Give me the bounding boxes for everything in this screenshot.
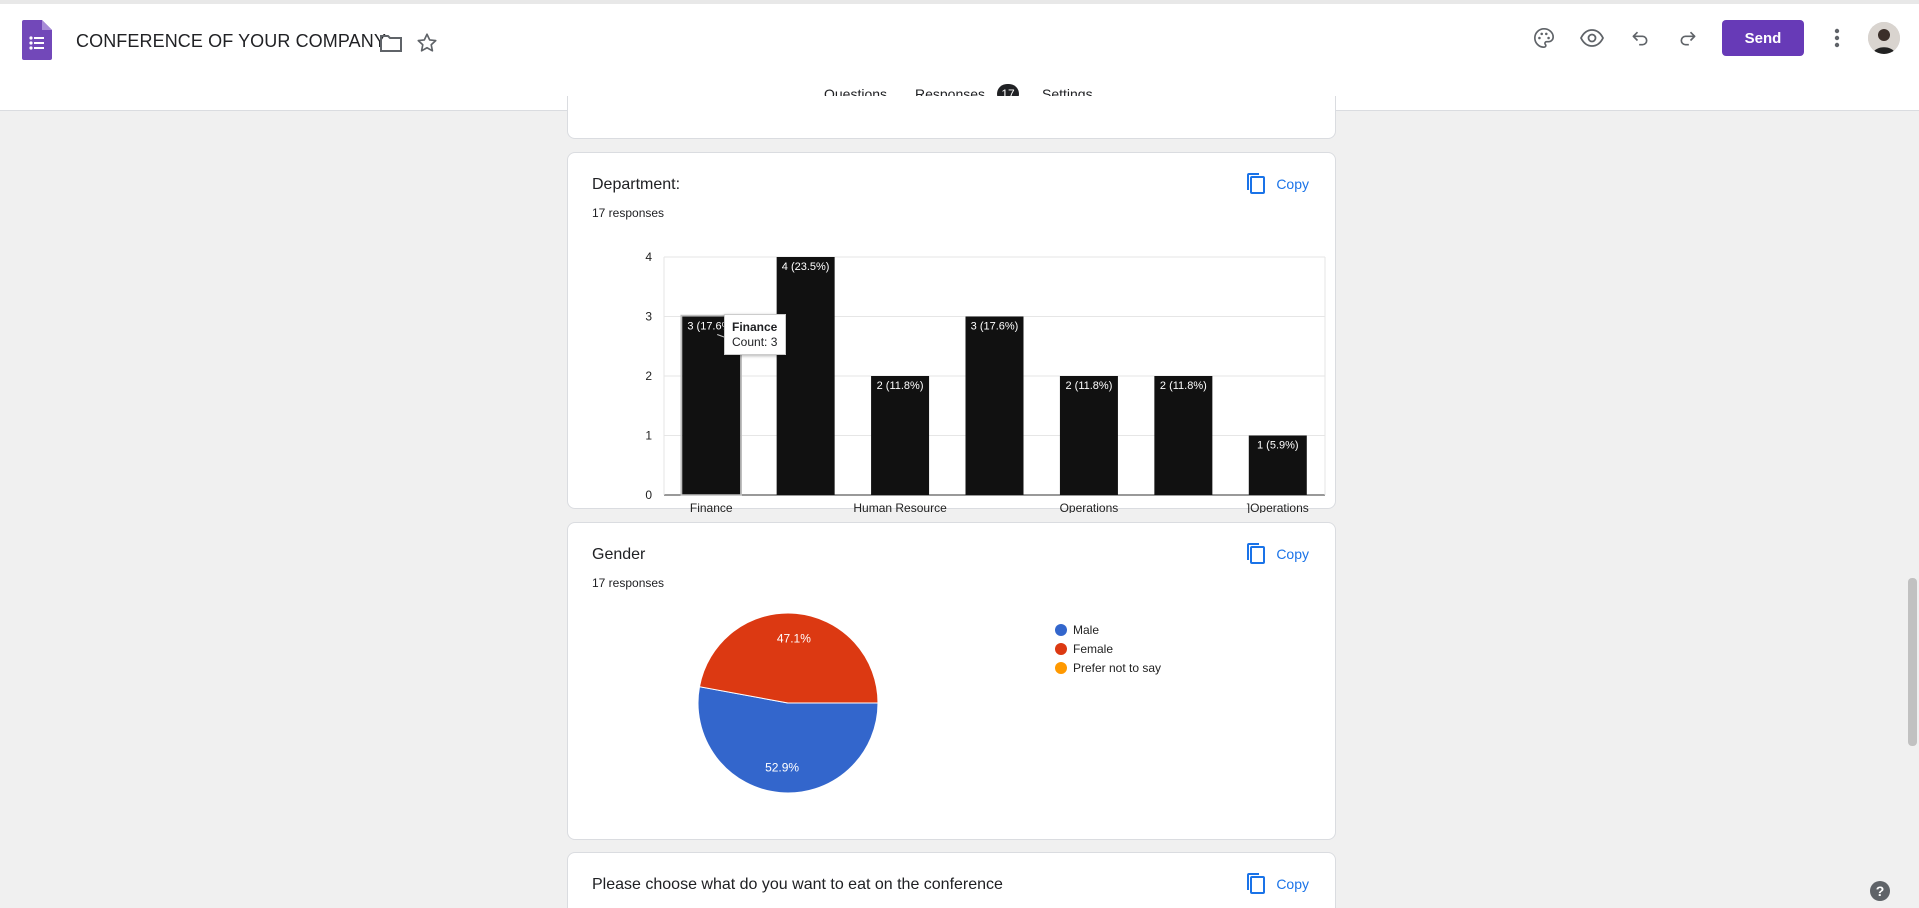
- y-tick-label: 1: [645, 429, 652, 443]
- question-title: Department:: [592, 176, 681, 193]
- redo-icon[interactable]: [1673, 23, 1703, 53]
- legend-swatch: [1055, 662, 1067, 674]
- x-tick-label: Human Resource: [853, 501, 947, 513]
- tooltip-value: Count: 3: [732, 335, 778, 349]
- legend-label: Prefer not to say: [1073, 661, 1162, 675]
- undo-icon[interactable]: [1625, 23, 1655, 53]
- copy-icon: [1247, 173, 1266, 194]
- chart-tooltip: Finance Count: 3: [724, 314, 786, 355]
- star-icon[interactable]: [412, 28, 442, 58]
- bar-data-label: 2 (11.8%): [1160, 380, 1207, 392]
- food-summary-card: Please choose what do you want to eat on…: [567, 852, 1336, 908]
- y-tick-label: 4: [645, 250, 652, 264]
- copy-chart-button[interactable]: Copy: [1246, 873, 1309, 895]
- tooltip-title: Finance: [732, 320, 778, 334]
- more-options-icon[interactable]: [1822, 23, 1852, 53]
- question-title: Please choose what do you want to eat on…: [592, 876, 1003, 893]
- app-header: CONFERENCE OF YOUR COMPANY Send Question…: [0, 0, 1919, 113]
- legend-label: Female: [1073, 642, 1114, 656]
- copy-label: Copy: [1276, 546, 1309, 562]
- bar: [1154, 376, 1213, 495]
- bar: [871, 376, 930, 495]
- pie-slice: [698, 613, 879, 704]
- question-title: Gender: [592, 546, 646, 563]
- copy-icon: [1247, 873, 1266, 894]
- legend-item-female: Female: [1055, 642, 1113, 656]
- y-tick-label: 2: [645, 369, 652, 383]
- bar: [965, 316, 1024, 495]
- bar-data-label: 4 (23.5%): [782, 261, 830, 273]
- y-tick-label: 0: [645, 488, 652, 502]
- department-summary-card: Department: 17 responses Copy 012343 (17…: [567, 152, 1336, 513]
- scrollbar-thumb[interactable]: [1908, 578, 1917, 746]
- bar-data-label: 1 (5.9%): [1257, 440, 1299, 452]
- pie-data-label: 47.1%: [777, 631, 811, 645]
- legend-label: Male: [1073, 623, 1100, 637]
- folder-icon[interactable]: [376, 28, 406, 58]
- department-bar-chart: 012343 (17.6%)Finance4 (23.5%)Front End2…: [645, 250, 1326, 513]
- x-tick-label: ]Operations: [1247, 501, 1309, 513]
- bar: [776, 257, 835, 495]
- forms-logo-icon[interactable]: [22, 20, 52, 60]
- gender-pie-chart: 52.9% 47.1%: [698, 613, 879, 794]
- bar: [1059, 376, 1118, 495]
- gender-summary-card: Gender 17 responses Copy 52.9% 47.1% Male…: [567, 522, 1336, 840]
- legend-swatch: [1055, 624, 1067, 636]
- bar-data-label: 2 (11.8%): [1065, 380, 1112, 392]
- preview-eye-icon[interactable]: [1577, 23, 1607, 53]
- y-tick-label: 3: [645, 310, 652, 324]
- legend-swatch: [1055, 643, 1067, 655]
- x-tick-label: Operations: [1060, 501, 1119, 513]
- copy-label: Copy: [1276, 176, 1309, 192]
- send-button[interactable]: Send: [1722, 20, 1804, 56]
- form-title[interactable]: CONFERENCE OF YOUR COMPANY: [76, 31, 386, 52]
- copy-icon: [1247, 543, 1266, 564]
- legend-item-male: Male: [1055, 623, 1099, 637]
- legend-item-prefer-not-to-say: Prefer not to say: [1055, 661, 1161, 675]
- copy-label: Copy: [1276, 876, 1309, 892]
- help-icon[interactable]: ?: [1870, 881, 1890, 901]
- copy-chart-button[interactable]: Copy: [1246, 543, 1309, 565]
- palette-icon[interactable]: [1529, 23, 1559, 53]
- previous-question-card: [567, 96, 1336, 139]
- bar-data-label: 2 (11.8%): [877, 380, 924, 392]
- copy-chart-button[interactable]: Copy: [1246, 173, 1309, 195]
- response-count: 17 responses: [592, 576, 665, 590]
- pie-data-label: 52.9%: [765, 761, 799, 775]
- account-avatar[interactable]: [1868, 22, 1900, 54]
- bar-data-label: 3 (17.6%): [971, 321, 1019, 333]
- x-tick-label: Finance: [690, 501, 733, 513]
- page-scrollbar[interactable]: [1905, 111, 1919, 908]
